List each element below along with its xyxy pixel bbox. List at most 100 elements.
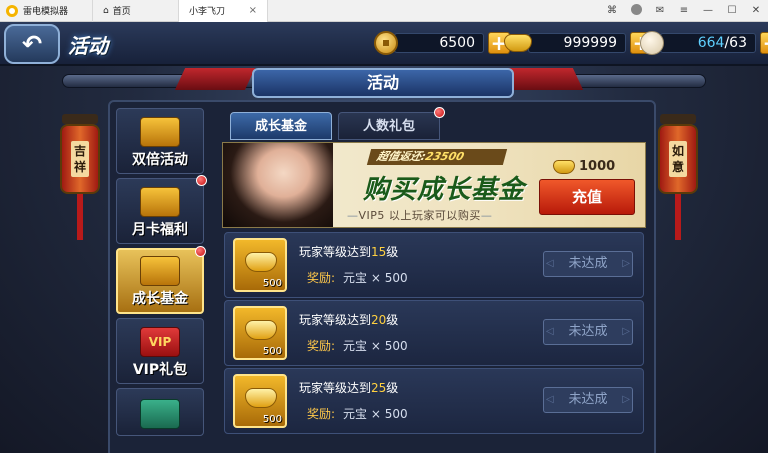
ingot-reward-icon: 500 — [233, 374, 287, 428]
task-condition: 玩家等级达到15级 — [299, 243, 398, 260]
notification-dot — [195, 246, 206, 257]
close-window-icon[interactable]: ✕ — [744, 5, 768, 16]
task-reward: 奖励: 元宝 × 500 — [307, 405, 408, 422]
banner-headline: 购买成长基金 — [363, 175, 526, 205]
reward-quantity: 500 — [262, 278, 282, 289]
task-level: 15 — [371, 245, 387, 259]
gold-ingot-icon — [553, 159, 575, 174]
lantern-right: 如意 — [656, 114, 700, 240]
nav-item-label: VIP礼包 — [132, 362, 188, 378]
task-suffix: 级 — [386, 245, 399, 259]
nav-item-label: 双倍活动 — [132, 152, 188, 168]
mail-icon[interactable]: ✉ — [648, 5, 672, 16]
ingot-reward-icon: 500 — [233, 238, 287, 292]
avatar-icon[interactable] — [624, 3, 648, 18]
gamepad-icon[interactable]: ⌘ — [600, 5, 624, 16]
menu-icon[interactable]: ≡ — [672, 5, 696, 16]
reward-quantity: 500 — [262, 346, 282, 357]
task-level: 25 — [371, 381, 387, 395]
rebate-value: 23500 — [423, 150, 466, 163]
copper-coin-icon — [374, 31, 398, 55]
list-item: 500 玩家等级达到15级 奖励: 元宝 × 500 未达成 — [224, 232, 644, 298]
task-prefix: 玩家等级达到 — [299, 381, 372, 395]
copper-resource: 6500 + — [374, 31, 510, 55]
rebate-tag: 超值返还:23500 — [366, 149, 508, 165]
reward-text: 元宝 × 500 — [343, 339, 408, 353]
back-button[interactable]: ↶ — [4, 24, 60, 64]
emulator-app-tab[interactable]: 雷电模拟器 — [0, 0, 92, 22]
notification-dot — [434, 107, 445, 118]
emulator-titlebar: 雷电模拟器 ⌂ 首页 小李飞刀 × ⌘ ✉ ≡ — ☐ ✕ — [0, 0, 768, 22]
home-icon: ⌂ — [103, 5, 109, 16]
tab-home[interactable]: ⌂ 首页 — [92, 0, 178, 22]
lantern-right-text: 如意 — [669, 141, 687, 177]
ingot-reward-icon: 500 — [233, 306, 287, 360]
gold-ingot-icon — [504, 34, 532, 52]
copper-value: 6500 — [394, 33, 484, 53]
tab-close-icon[interactable]: × — [249, 5, 257, 16]
stamina-max: /63 — [724, 35, 747, 51]
nav-item-label: 月卡福利 — [132, 222, 188, 238]
tab-headcount-gift[interactable]: 人数礼包 — [338, 107, 445, 140]
task-condition: 玩家等级达到20级 — [299, 311, 398, 328]
money-tree-icon — [140, 256, 180, 286]
nav-item-more[interactable] — [116, 388, 204, 436]
tab-growth-fund[interactable]: 成长基金 — [230, 112, 332, 140]
claim-button[interactable]: 未达成 — [543, 387, 633, 413]
green-chest-icon — [140, 399, 180, 429]
add-stamina-button[interactable]: + — [760, 32, 768, 54]
list-item: 500 玩家等级达到20级 奖励: 元宝 × 500 未达成 — [224, 300, 644, 366]
reward-label: 奖励: — [307, 271, 336, 285]
nav-item-growth-fund[interactable]: 成长基金 — [116, 246, 206, 314]
tab-home-label: 首页 — [112, 7, 131, 17]
task-suffix: 级 — [386, 313, 399, 327]
nav-item-label: 成长基金 — [132, 291, 188, 307]
notification-dot — [196, 175, 207, 186]
price-value: 1000 — [579, 159, 616, 174]
tab-game[interactable]: 小李飞刀 × — [178, 0, 268, 22]
price-tag: 1000 — [553, 159, 615, 174]
growth-fund-banner: 超值返还:23500 购买成长基金 VIP5 以上玩家可以购买 1000 充值 — [222, 142, 646, 228]
ingot-resource: 999999 + — [504, 31, 652, 55]
stamina-resource: 664/63 + — [640, 31, 768, 55]
task-level: 20 — [371, 313, 387, 327]
ribbon-left — [174, 68, 256, 90]
nav-item-vip-gift[interactable]: VIP VIP礼包 — [116, 318, 204, 384]
task-prefix: 玩家等级达到 — [299, 245, 372, 259]
reward-text: 元宝 × 500 — [343, 271, 408, 285]
task-condition: 玩家等级达到25级 — [299, 379, 398, 396]
recharge-button[interactable]: 充值 — [539, 179, 635, 215]
treasure-chest-icon — [140, 117, 180, 147]
task-suffix: 级 — [386, 381, 399, 395]
vip-gift-icon: VIP — [140, 327, 180, 357]
reward-label: 奖励: — [307, 339, 336, 353]
reward-label: 奖励: — [307, 407, 336, 421]
activity-nav: 双倍活动 月卡福利 成长基金 VIP VIP礼包 — [116, 108, 208, 440]
back-arrow-icon: ↶ — [21, 30, 43, 58]
stamina-current: 664 — [697, 35, 725, 51]
task-reward: 奖励: 元宝 × 500 — [307, 337, 408, 354]
banner-subline: VIP5 以上玩家可以购买 — [347, 207, 492, 223]
nav-item-double-event[interactable]: 双倍活动 — [116, 108, 204, 174]
reward-quantity: 500 — [262, 414, 282, 425]
banner-subline-text: VIP5 以上玩家可以购买 — [358, 209, 481, 222]
reward-text: 元宝 × 500 — [343, 407, 408, 421]
page-title: 活动 — [68, 34, 108, 58]
rebate-label: 超值返还: — [375, 150, 428, 163]
top-header: ↶ 活动 6500 + 999999 + 664/63 + — [0, 22, 768, 66]
heroine-portrait — [223, 143, 333, 227]
task-prefix: 玩家等级达到 — [299, 313, 372, 327]
nav-item-monthly-card[interactable]: 月卡福利 — [116, 175, 207, 244]
lantern-left: 吉祥 — [58, 114, 102, 240]
lantern-left-text: 吉祥 — [71, 141, 89, 177]
ingot-value: 999999 — [528, 33, 626, 53]
window-controls: ⌘ ✉ ≡ — ☐ ✕ — [600, 0, 768, 22]
claim-button[interactable]: 未达成 — [543, 251, 633, 277]
game-screen: ↶ 活动 6500 + 999999 + 664/63 + 活动 吉祥 如意 — [0, 22, 768, 453]
emulator-logo-icon — [6, 4, 18, 17]
minimize-icon[interactable]: — — [696, 5, 720, 16]
maximize-icon[interactable]: ☐ — [720, 5, 744, 16]
claim-button[interactable]: 未达成 — [543, 319, 633, 345]
tab-game-label: 小李飞刀 — [189, 7, 226, 17]
treasure-chest-icon — [140, 187, 180, 217]
